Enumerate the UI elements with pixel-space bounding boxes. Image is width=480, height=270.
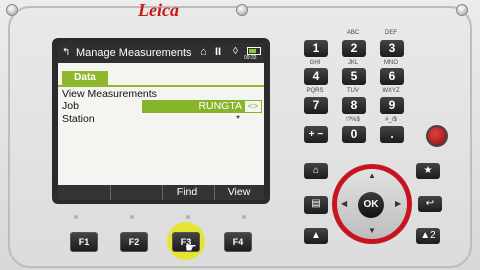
key-letters: DEF [385,30,397,36]
user2-key[interactable]: ▲2 [416,228,440,244]
key-letters: JKL [347,60,359,66]
indicator-dot [242,215,246,219]
softkey-bar: Find View [58,185,264,200]
screw [456,4,468,16]
arrow-left-icon[interactable]: ◀ [341,199,347,208]
key-plus-minus[interactable]: + − [304,126,328,143]
key-2[interactable]: 2 [342,40,366,57]
key-3[interactable]: 3 [380,40,404,57]
return-icon: ↩ [425,198,435,209]
title-bar: ↰ Manage Measurements ⌂ II ◊ 09:33 [58,43,264,63]
key-letters: ABC [346,30,360,36]
back-icon[interactable]: ↰ [62,47,70,58]
key-letters: WXYZ [382,88,400,94]
key-7[interactable]: 7 [304,97,328,114]
home-icon: ⌂ [312,165,320,176]
key-5[interactable]: 5 [342,68,366,85]
key-4[interactable]: 4 [304,68,328,85]
indicator-dot [130,215,134,219]
page-key[interactable]: ▤ [304,196,328,214]
view-measurements-item[interactable]: View Measurements [62,88,157,100]
arrow-right-icon[interactable]: ▶ [395,199,401,208]
indicator-dot [186,215,190,219]
key-1[interactable]: 1 [304,40,328,57]
key-0[interactable]: 0 [342,126,366,143]
clock: 09:33 [244,55,257,61]
job-select[interactable]: RUNGTA [142,100,244,113]
job-toggle-arrows-icon[interactable]: <> [244,100,262,113]
screw [6,4,18,16]
user1-key[interactable]: ▲ [304,228,328,244]
user2-label: 2 [430,230,436,241]
tab-data[interactable]: Data [62,71,108,85]
ok-button[interactable]: OK [358,192,384,218]
star-icon: ★ [423,165,433,176]
page-title: Manage Measurements [76,47,192,59]
mouse-pointer-icon: ☛ [185,240,197,255]
indicator-dot [74,215,78,219]
home-icon: ⌂ [200,46,207,58]
arrow-up-icon[interactable]: ▲ [368,171,376,180]
key-decimal[interactable]: . [380,126,404,143]
leica-logo: Leica [138,0,179,20]
key-letters: GHI [309,60,321,66]
f1-key[interactable]: F1 [70,232,98,252]
key-letters: #_/$ [385,117,397,123]
key-6[interactable]: 6 [380,68,404,85]
key-letters: TUV [347,88,359,94]
key-8[interactable]: 8 [342,97,366,114]
station-value: * [236,113,241,125]
power-button[interactable] [426,125,448,147]
user-icon: ▲ [311,230,321,241]
softkey-view[interactable]: View [214,185,263,200]
softkey-1[interactable] [60,185,109,200]
job-label: Job [62,100,79,112]
key-9[interactable]: 9 [380,97,404,114]
screen: ↰ Manage Measurements ⌂ II ◊ 09:33 Data … [58,43,264,200]
screw [236,4,248,16]
station-label: Station [62,113,95,125]
arrow-down-icon[interactable]: ▼ [368,226,376,235]
page-icon: ▤ [311,198,321,209]
home-key[interactable]: ⌂ [304,163,328,179]
prism-icon: II [215,46,222,58]
key-letters: PQRS [306,88,324,94]
key-letters: !?%$ [346,117,360,123]
softkey-find[interactable]: Find [162,185,211,200]
laser-icon: ◊ [233,46,238,57]
f4-key[interactable]: F4 [224,232,252,252]
softkey-2[interactable] [110,185,159,200]
f2-key[interactable]: F2 [120,232,148,252]
user-icon: ▲ [420,230,431,241]
favourites-key[interactable]: ★ [416,163,440,179]
tab-divider [58,85,264,87]
escape-key[interactable]: ↩ [418,196,442,212]
battery-icon [247,47,261,55]
key-letters: MNO [384,60,398,66]
device-panel: Leica ↰ Manage Measurements ⌂ II ◊ 09:33… [0,0,480,270]
